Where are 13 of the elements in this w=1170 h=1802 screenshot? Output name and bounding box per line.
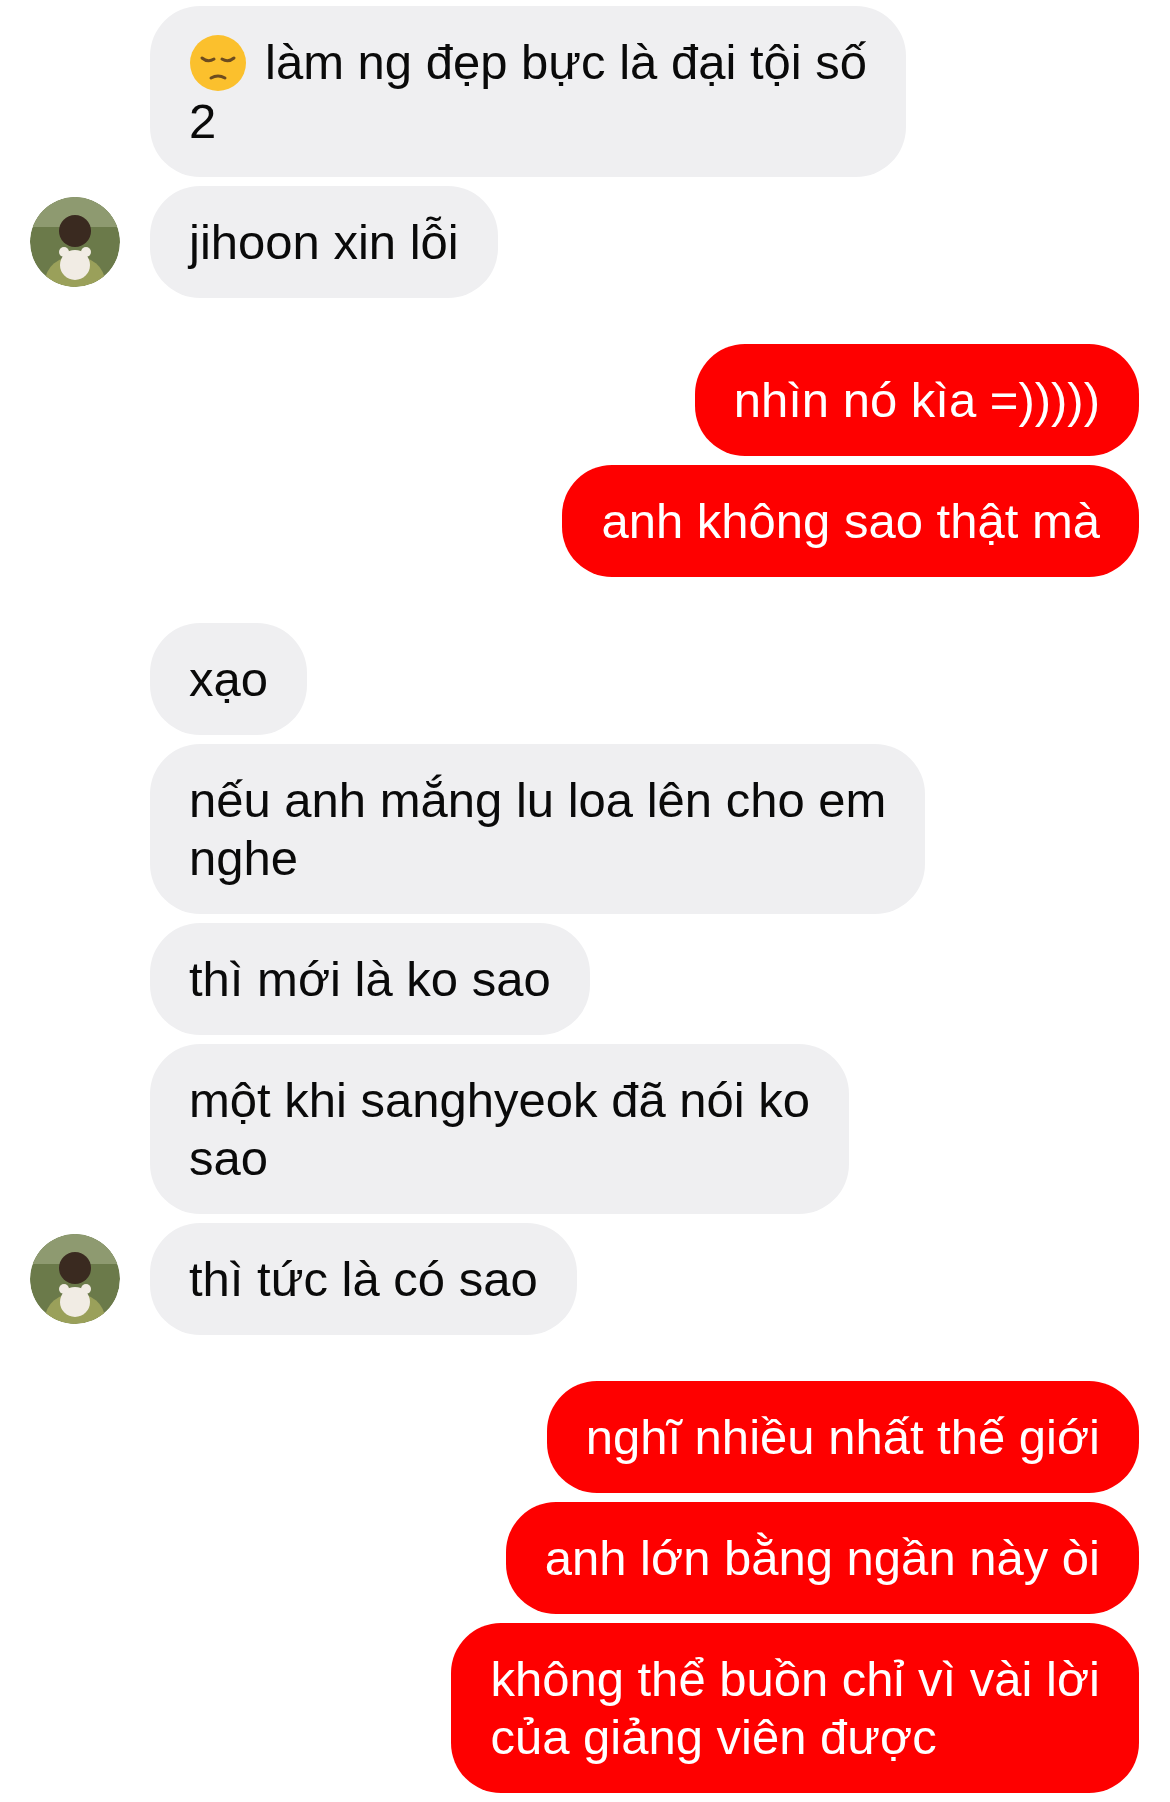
message-bubble: anh lớn bằng ngần này òi (505, 1502, 1139, 1615)
sad-face-icon (189, 34, 247, 93)
message-bubble: nhìn nó kìa =))))) (694, 344, 1139, 457)
message-bubble: làm ng đẹp bực là đại tội số 2 (150, 6, 907, 178)
message-bubble: thì mới là ko sao (150, 923, 590, 1036)
message-bubble: jihoon xin lỗi (150, 186, 498, 299)
message-bubble: nếu anh mắng lu loa lên cho em nghe (150, 744, 926, 915)
message-bubble: anh không sao thật mà (562, 465, 1139, 578)
message-bubble: nghĩ nhiều nhất thế giới (546, 1381, 1139, 1494)
message-bubble: không thể buồn chỉ vì vài lời của giảng viên được (451, 1623, 1139, 1794)
message-bubble: xạo (150, 623, 307, 736)
message-bubble: một khi sanghyeok đã nói ko sao (150, 1044, 850, 1215)
message-bubble: thì tức là có sao (150, 1223, 577, 1336)
